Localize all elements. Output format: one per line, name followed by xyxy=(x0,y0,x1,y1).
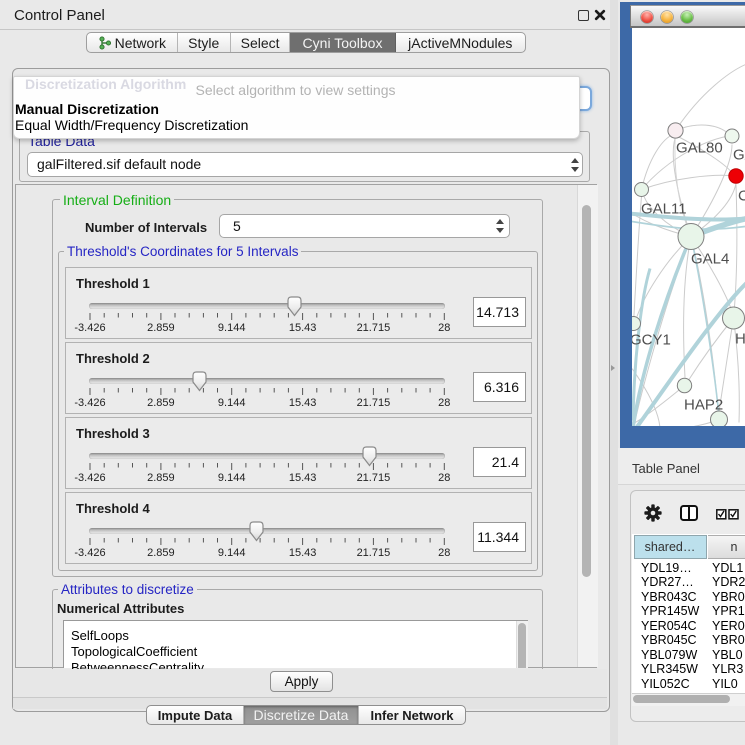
svg-text:HAP2: HAP2 xyxy=(684,396,723,413)
svg-text:C: C xyxy=(738,187,745,204)
svg-text:H: H xyxy=(735,330,745,347)
svg-text:GA: GA xyxy=(733,146,745,163)
svg-text:GAL4: GAL4 xyxy=(691,250,729,267)
svg-text:GAL11: GAL11 xyxy=(641,200,687,217)
svg-text:GCY1: GCY1 xyxy=(632,331,671,348)
svg-text:GAL80: GAL80 xyxy=(676,139,723,156)
